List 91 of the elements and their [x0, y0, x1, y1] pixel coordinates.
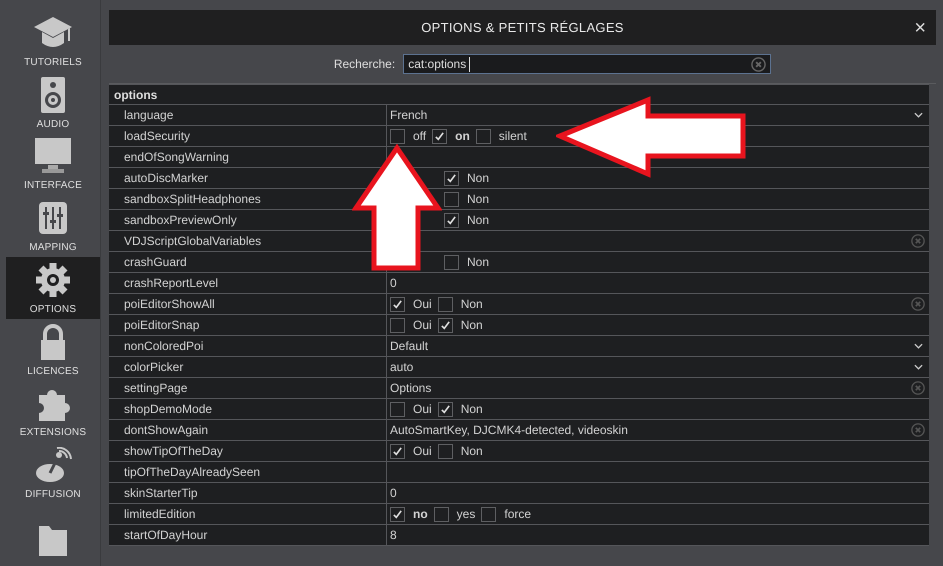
setting-value[interactable]: 0: [390, 483, 397, 503]
sidebar-item[interactable]: MAPPING: [6, 195, 100, 258]
option-label: Non: [460, 444, 483, 458]
checkbox[interactable]: [476, 128, 491, 144]
window-title: OPTIONS & PETITS RÉGLAGES: [421, 20, 624, 35]
sidebar-item[interactable]: AUDIO: [6, 72, 100, 134]
setting-value[interactable]: Options: [390, 378, 432, 398]
setting-name: limitedEdition: [109, 504, 387, 524]
search-label: Recherche:: [334, 57, 396, 71]
sidebar-item[interactable]: OPTIONS: [6, 257, 100, 319]
checkbox[interactable]: [444, 212, 459, 228]
dropdown-value[interactable]: French: [390, 105, 428, 125]
dropdown-value[interactable]: Default: [390, 336, 428, 356]
setting-name: poiEditorSnap: [109, 315, 387, 335]
option-label: Non: [467, 171, 490, 185]
clear-icon[interactable]: [751, 56, 766, 72]
checkbox[interactable]: [438, 318, 453, 332]
sidebar-item[interactable]: DIFFUSION: [6, 442, 100, 504]
chevron-down-icon[interactable]: [914, 364, 923, 370]
sidebar-label: LICENCES: [27, 366, 79, 377]
setting-name: loadSecurity: [109, 126, 387, 146]
setting-name: dontShowAgain: [109, 420, 387, 440]
checkbox[interactable]: [390, 296, 405, 312]
sidebar-item[interactable]: TUTORIELS: [6, 10, 100, 72]
setting-name: nonColoredPoi: [109, 336, 387, 356]
setting-value[interactable]: 8: [390, 525, 397, 545]
sidebar-label: EXTENSIONS: [20, 427, 86, 438]
option-label: no: [413, 507, 428, 521]
checkbox[interactable]: [438, 296, 453, 312]
option-label: Non: [460, 402, 483, 416]
option-label: Non: [460, 318, 483, 332]
search-field[interactable]: cat:options: [403, 54, 772, 74]
chevron-down-icon[interactable]: [914, 343, 923, 349]
checkbox[interactable]: [390, 128, 405, 144]
setting-name: colorPicker: [109, 357, 387, 377]
clear-icon[interactable]: [911, 381, 925, 395]
group-header: options: [109, 84, 929, 105]
sidebar-label: OPTIONS: [30, 304, 76, 315]
checkbox[interactable]: [444, 170, 459, 186]
option-label: on: [455, 129, 470, 143]
setting-name: shopDemoMode: [109, 399, 387, 419]
checkbox[interactable]: [444, 192, 459, 206]
sidebar-item[interactable]: EXTENSIONS: [6, 380, 100, 442]
option-label: Oui: [413, 318, 432, 332]
sidebar-item[interactable]: LICENCES: [6, 318, 100, 381]
satellite-dish-icon: [33, 447, 73, 484]
setting-name: showTipOfTheDay: [109, 441, 387, 461]
option-label: Non: [467, 192, 490, 206]
option-label: silent: [498, 129, 527, 143]
checkbox[interactable]: [390, 444, 405, 458]
clear-icon[interactable]: [911, 234, 925, 248]
checkbox[interactable]: [444, 254, 459, 270]
setting-name: tipOfTheDayAlreadySeen: [109, 462, 387, 482]
close-button[interactable]: ×: [908, 16, 932, 40]
option-label: Non: [467, 213, 490, 227]
option-label: Oui: [413, 402, 432, 416]
checkbox[interactable]: [438, 444, 453, 458]
option-label: Oui: [413, 444, 432, 458]
setting-name: crashReportLevel: [109, 273, 387, 293]
clear-icon[interactable]: [911, 423, 925, 437]
option-label: yes: [456, 507, 476, 521]
option-label: off: [413, 129, 426, 143]
checkbox[interactable]: [390, 318, 405, 332]
dropdown-value[interactable]: auto: [390, 357, 414, 377]
checkbox[interactable]: [481, 506, 496, 522]
option-label: force: [504, 507, 532, 521]
option-label: Oui: [413, 297, 432, 311]
option-label: Non: [467, 255, 490, 269]
checkbox[interactable]: [432, 128, 448, 144]
setting-name: settingPage: [109, 378, 387, 398]
sidebar-label: INTERFACE: [24, 180, 82, 192]
setting-name: skinStarterTip: [109, 483, 387, 503]
setting-value[interactable]: 0: [390, 273, 397, 293]
sidebar-label: MAPPING: [29, 242, 77, 254]
clear-icon[interactable]: [911, 297, 925, 311]
setting-name: language: [109, 105, 387, 125]
option-label: Non: [460, 297, 483, 311]
monitor-icon: [33, 138, 73, 174]
checkbox[interactable]: [438, 402, 453, 416]
checkbox[interactable]: [390, 506, 405, 522]
sidebar-label: DIFFUSION: [25, 489, 81, 500]
chevron-down-icon[interactable]: [914, 112, 923, 118]
sidebar-label: AUDIO: [36, 118, 70, 130]
setting-name: poiEditorShowAll: [109, 294, 387, 314]
setting-value[interactable]: AutoSmartKey, DJCMK4-detected, videoskin: [390, 420, 628, 440]
checkbox[interactable]: [434, 506, 449, 522]
sidebar-label: TUTORIELS: [24, 56, 82, 68]
checkbox[interactable]: [390, 402, 405, 416]
settings-icon: [33, 262, 73, 298]
setting-name: startOfDayHour: [109, 525, 387, 545]
sidebar-item[interactable]: INTERFACE: [6, 134, 100, 196]
